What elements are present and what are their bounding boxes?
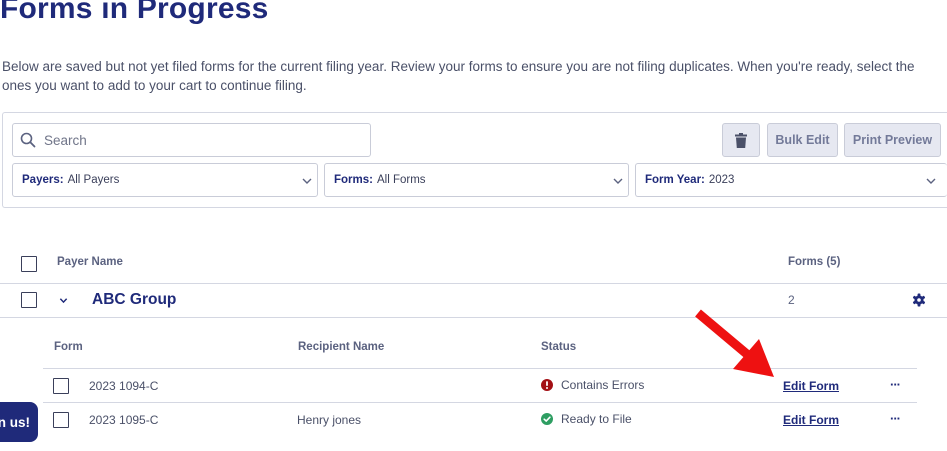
forms-count-header: Forms (5) bbox=[788, 256, 841, 268]
form-name: 2023 1095-C bbox=[89, 413, 159, 427]
forms-filter-select[interactable]: Forms: All Forms bbox=[324, 163, 629, 197]
status-text: Contains Errors bbox=[561, 378, 645, 392]
check-circle-icon bbox=[541, 413, 553, 425]
error-icon bbox=[541, 379, 553, 391]
select-all-checkbox[interactable] bbox=[21, 256, 37, 272]
recipient-name: Henry jones bbox=[297, 413, 362, 427]
forms-filter-label: Forms: bbox=[334, 174, 373, 186]
group-form-count: 2 bbox=[788, 293, 795, 307]
divider bbox=[0, 283, 947, 284]
divider bbox=[43, 368, 917, 369]
status-text: Ready to File bbox=[561, 412, 632, 426]
chat-button[interactable]: n us! bbox=[0, 402, 38, 442]
edit-form-link[interactable]: Edit Form bbox=[783, 379, 839, 393]
chevron-down-icon bbox=[613, 178, 623, 184]
form-year-filter-value: 2023 bbox=[708, 174, 735, 186]
edit-form-link[interactable]: Edit Form bbox=[783, 413, 839, 427]
status-cell: Ready to File bbox=[541, 412, 632, 426]
payer-name-header: Payer Name bbox=[57, 256, 123, 268]
form-name: 2023 1094-C bbox=[89, 379, 159, 393]
payers-filter-select[interactable]: Payers: All Payers bbox=[12, 163, 318, 197]
chevron-down-icon bbox=[302, 178, 312, 184]
gear-icon[interactable] bbox=[912, 293, 926, 307]
bulk-edit-button[interactable]: Bulk Edit bbox=[767, 123, 838, 157]
divider bbox=[0, 317, 947, 318]
chevron-down-icon[interactable] bbox=[59, 296, 68, 305]
row-checkbox[interactable] bbox=[53, 378, 69, 394]
group-name[interactable]: ABC Group bbox=[92, 291, 176, 309]
delete-button[interactable] bbox=[722, 123, 760, 157]
more-options-icon[interactable]: ··· bbox=[890, 377, 901, 392]
row-checkbox[interactable] bbox=[53, 412, 69, 428]
recipient-column-header: Recipient Name bbox=[298, 341, 385, 353]
forms-filter-value: All Forms bbox=[376, 174, 426, 186]
form-year-filter-label: Form Year: bbox=[645, 174, 705, 186]
trash-icon bbox=[735, 132, 747, 148]
group-checkbox[interactable] bbox=[21, 292, 37, 308]
form-year-filter-select[interactable]: Form Year: 2023 bbox=[635, 163, 947, 197]
form-column-header: Form bbox=[54, 341, 83, 353]
search-input[interactable] bbox=[44, 125, 364, 155]
page-description: Below are saved but not yet filed forms … bbox=[2, 59, 915, 93]
search-icon bbox=[20, 132, 36, 148]
more-options-icon[interactable]: ··· bbox=[890, 411, 901, 426]
status-cell: Contains Errors bbox=[541, 378, 644, 392]
print-preview-button[interactable]: Print Preview bbox=[844, 123, 941, 157]
payers-filter-label: Payers: bbox=[22, 174, 64, 186]
chevron-down-icon bbox=[926, 178, 936, 184]
status-column-header: Status bbox=[541, 341, 577, 353]
annotation-arrow-icon bbox=[695, 309, 774, 377]
payers-filter-value: All Payers bbox=[67, 174, 120, 186]
page-title: Forms in Progress bbox=[0, 0, 269, 25]
divider bbox=[43, 402, 917, 403]
